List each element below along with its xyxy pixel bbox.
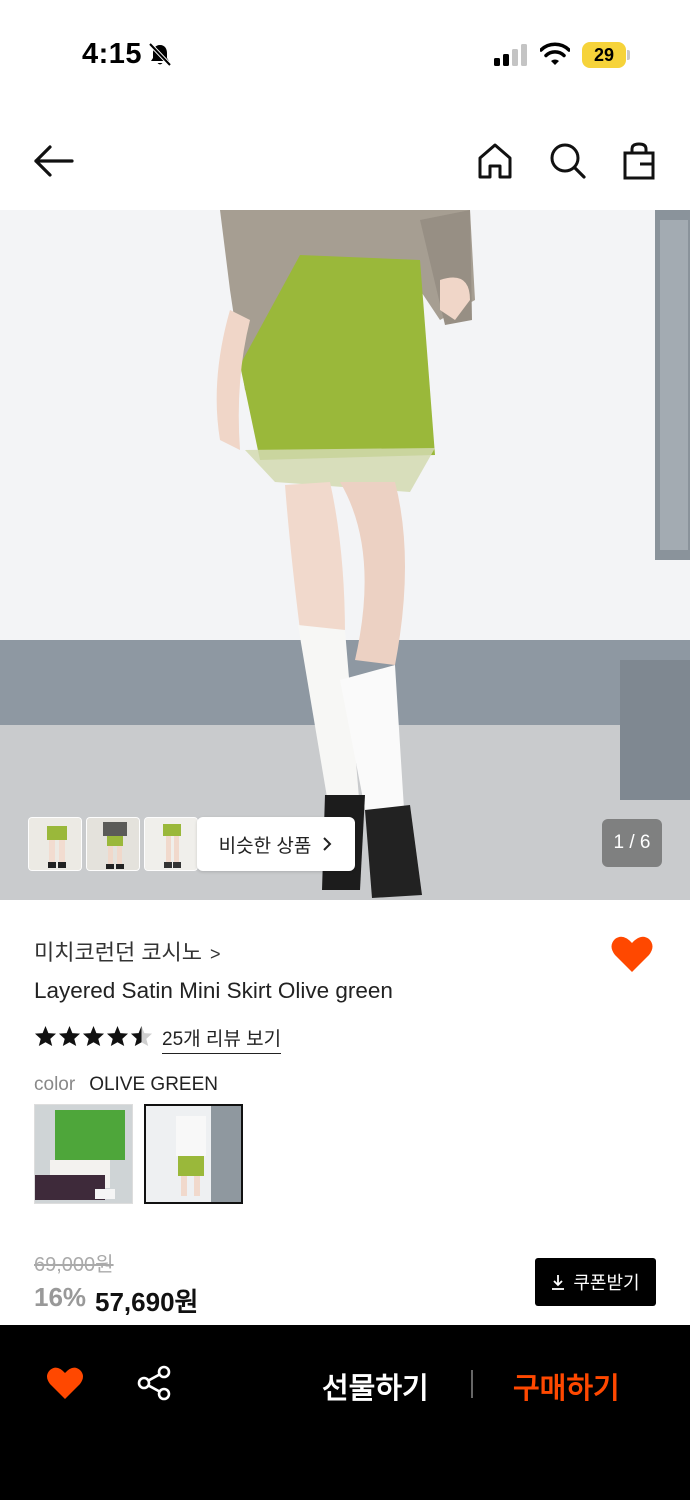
brand-link[interactable]: 미치코런던 코시노 > (34, 935, 221, 967)
home-icon[interactable] (474, 140, 516, 182)
thumbnail[interactable] (86, 817, 140, 871)
heart-icon[interactable] (46, 1365, 84, 1401)
color-label: color (34, 1074, 76, 1095)
star-icon (106, 1025, 129, 1047)
battery-percent: 29 (593, 45, 615, 65)
chevron-right-icon: > (210, 944, 221, 964)
color-value: OLIVE GREEN (89, 1074, 219, 1095)
battery-nub (627, 50, 630, 60)
product-title: Layered Satin Mini Skirt Olive green (34, 978, 393, 1003)
similar-products-label: 비슷한 상품 (218, 835, 312, 857)
buy-button[interactable]: 구매하기 (513, 1365, 620, 1407)
image-counter: 1 / 6 (602, 819, 662, 867)
status-bar: 4:15 29 (0, 0, 690, 110)
divider (471, 1370, 473, 1398)
rating-stars (34, 1025, 153, 1047)
chevron-right-icon (323, 837, 332, 851)
thumbnail[interactable] (144, 817, 198, 871)
color-swatches (34, 1104, 243, 1204)
shopping-bag-icon[interactable] (618, 140, 660, 182)
battery-indicator: 29 (582, 42, 630, 68)
similar-products-button[interactable]: 비슷한 상품 (197, 817, 355, 871)
star-icon (82, 1025, 105, 1047)
star-half-icon (130, 1025, 153, 1047)
review-link[interactable]: 25개 리뷰 보기 (162, 1024, 282, 1054)
thumbnail-strip (28, 817, 198, 871)
brand-name: 미치코런던 코시노 (34, 940, 203, 965)
download-icon (552, 1275, 565, 1290)
nav-bar (0, 110, 690, 210)
coupon-label: 쿠폰받기 (573, 1273, 640, 1293)
status-time: 4:15 (82, 38, 143, 70)
thumbnail[interactable] (28, 817, 82, 871)
color-swatch-green[interactable] (34, 1104, 133, 1204)
final-price: 57,690원 (95, 1287, 199, 1317)
heart-icon[interactable] (610, 934, 654, 974)
search-icon[interactable] (546, 140, 588, 182)
signal-icon (494, 44, 527, 66)
product-image-carousel[interactable] (0, 210, 690, 900)
discount-rate: 16% (34, 1282, 87, 1312)
gift-button[interactable]: 선물하기 (322, 1365, 429, 1407)
color-row: color OLIVE GREEN (34, 1074, 218, 1096)
bottom-action-bar: 선물하기 구매하기 (0, 1325, 690, 1500)
star-icon (34, 1025, 57, 1047)
star-icon (58, 1025, 81, 1047)
bell-muted-icon (148, 42, 172, 67)
arrow-left-icon[interactable] (32, 140, 74, 182)
share-icon[interactable] (136, 1365, 172, 1401)
product-photo (0, 210, 690, 900)
coupon-download-button[interactable]: 쿠폰받기 (535, 1258, 656, 1306)
original-price: 69,000원 (34, 1254, 114, 1276)
color-swatch-olive-green[interactable] (144, 1104, 243, 1204)
wifi-icon (540, 42, 570, 65)
